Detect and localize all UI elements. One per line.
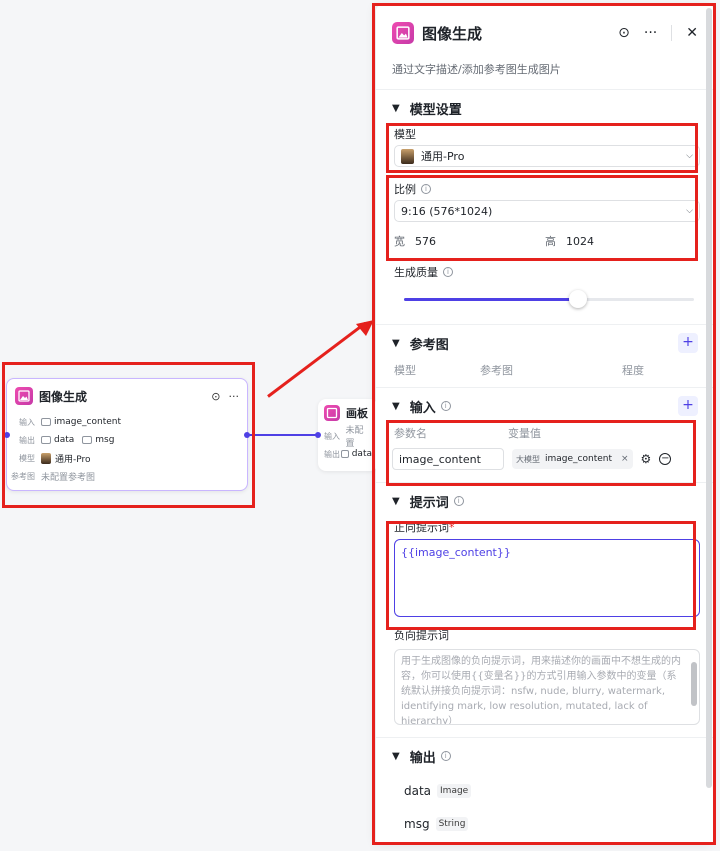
model-avatar	[401, 148, 414, 164]
run-icon[interactable]: ⊙	[211, 390, 220, 403]
more-icon[interactable]: ···	[644, 25, 657, 41]
scrollbar[interactable]	[691, 662, 697, 706]
quality-slider[interactable]	[404, 290, 694, 308]
image-icon	[392, 22, 414, 44]
positive-prompt-textarea[interactable]: {{image_content}}	[394, 539, 700, 617]
variable-icon	[41, 418, 51, 426]
height-input[interactable]: 1024	[566, 235, 594, 248]
arrow-head-icon	[356, 320, 374, 336]
model-select[interactable]: 通用-Pro ⌵	[394, 145, 700, 167]
image-generation-node[interactable]: 图像生成 ⊙ ··· 输入 image_content 输出 data msg 模型 通用…	[4, 378, 250, 491]
output-section[interactable]: ▼ 输出 i	[376, 738, 714, 774]
remove-icon[interactable]: −	[659, 453, 672, 465]
chevron-down-icon: ▼	[392, 337, 400, 349]
param-name-input[interactable]: image_content	[392, 448, 504, 470]
board-node[interactable]: 画板 输入 未配置 输出 data	[315, 399, 378, 471]
add-icon[interactable]: +	[678, 333, 698, 353]
output-item: data Image	[376, 774, 714, 807]
variable-value-select[interactable]: 大模型 image_content ×	[512, 449, 633, 469]
input-port[interactable]	[315, 432, 321, 438]
positive-prompt-label: 正向提示词 *	[394, 520, 455, 535]
node-config-panel: 图像生成 ⊙ ··· ✕ 通过文字描述/添加参考图生成图片 ▼ 模型设置 模型 通…	[376, 5, 714, 845]
image-icon	[15, 387, 33, 405]
panel-description: 通过文字描述/添加参考图生成图片	[392, 63, 561, 76]
chevron-down-icon: ⌵	[686, 206, 693, 216]
info-icon: i	[453, 496, 464, 506]
model-settings-section[interactable]: ▼ 模型设置	[376, 90, 714, 126]
info-icon: i	[440, 401, 451, 411]
panel-scrollbar[interactable]	[706, 8, 712, 788]
chevron-down-icon: ⌵	[686, 151, 693, 161]
input-port[interactable]	[4, 432, 10, 438]
string-type-icon	[82, 436, 93, 444]
more-icon[interactable]: ···	[229, 390, 240, 403]
close-icon[interactable]: ✕	[686, 25, 698, 41]
chevron-down-icon: ▼	[392, 495, 400, 507]
output-port[interactable]	[244, 432, 250, 438]
run-icon[interactable]: ⊙	[618, 25, 630, 41]
width-input[interactable]: 576	[415, 235, 545, 248]
model-avatar	[41, 452, 51, 464]
connection-line	[248, 434, 318, 436]
ratio-label: 比例 i	[376, 181, 714, 197]
output-item: msg String	[376, 807, 714, 840]
info-icon: i	[421, 184, 431, 194]
prompt-section[interactable]: ▼ 提示词 i	[376, 483, 714, 519]
image-type-icon	[340, 450, 349, 458]
reference-section[interactable]: ▼ 参考图 +	[376, 325, 714, 361]
panel-title: 图像生成	[422, 24, 483, 43]
info-icon: i	[443, 267, 453, 277]
chevron-down-icon: ▼	[392, 102, 400, 114]
negative-prompt-label: 负向提示词	[394, 629, 449, 642]
node-title: 图像生成	[39, 389, 88, 404]
quality-label: 生成质量 i	[376, 264, 714, 280]
clear-icon[interactable]: ×	[621, 454, 629, 464]
image-type-icon	[41, 436, 51, 444]
info-icon: i	[440, 751, 451, 761]
dimensions-row: 宽 576 高 1024	[394, 234, 594, 249]
negative-prompt-textarea[interactable]: 用于生成图像的负向提示词，用来描述你的画面中不想生成的内容，你可以使用{{变量名…	[394, 649, 700, 725]
gear-icon[interactable]: ⚙	[641, 452, 652, 466]
slider-thumb[interactable]	[569, 290, 587, 308]
ratio-select[interactable]: 9:16 (576*1024) ⌵	[394, 200, 700, 222]
chevron-down-icon: ▼	[392, 750, 400, 762]
input-section[interactable]: ▼ 输入 i +	[376, 388, 714, 424]
chevron-down-icon: ▼	[392, 400, 400, 412]
board-icon	[324, 405, 340, 421]
divider	[671, 25, 673, 41]
add-icon[interactable]: +	[678, 396, 698, 416]
model-label: 模型	[394, 128, 416, 141]
